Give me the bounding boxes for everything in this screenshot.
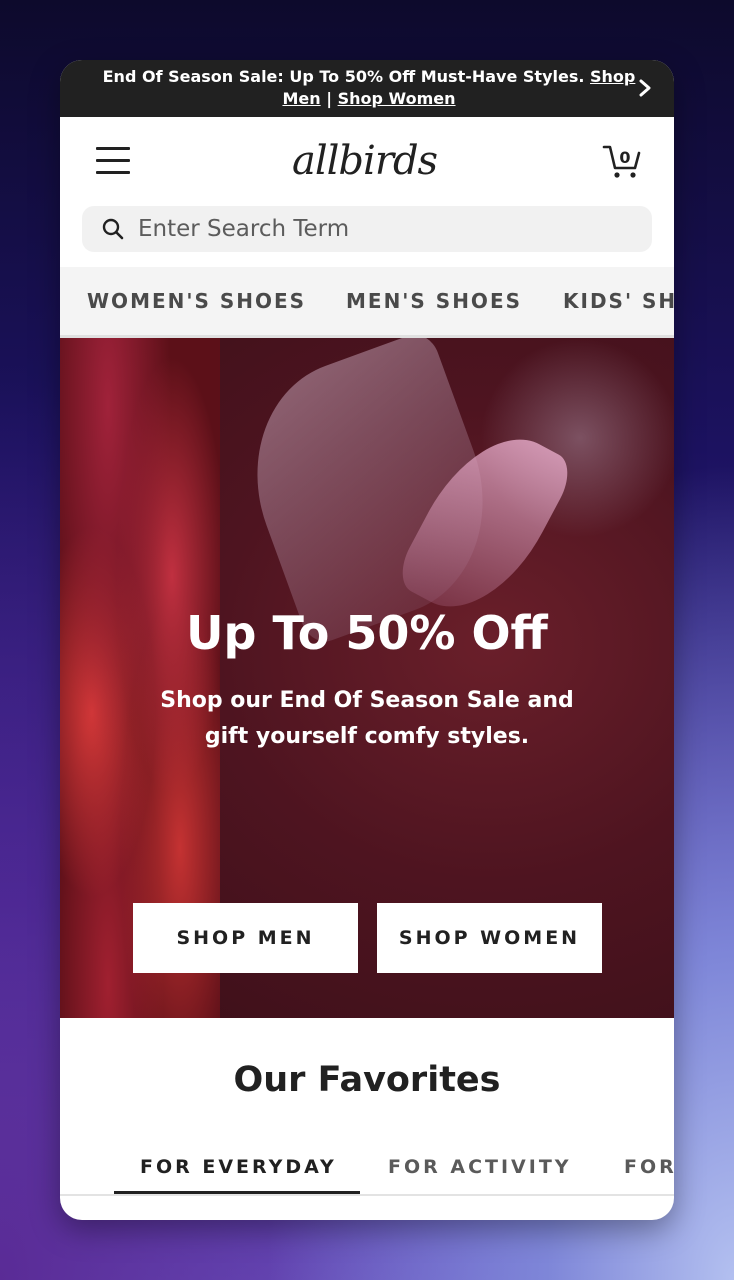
active-tab-indicator [114,1191,360,1194]
tab-for-activity[interactable]: FOR ACTIVITY [388,1156,572,1178]
site-header: allbirds 0 [60,117,674,267]
hero-subtitle: Shop our End Of Season Sale and gift you… [160,688,574,749]
search-bar [82,206,652,252]
nav-womens-shoes[interactable]: WOMEN'S SHOES [87,289,306,313]
chevron-right-icon[interactable] [638,78,652,98]
cart-count: 0 [619,148,630,167]
favorites-tabs: FOR EVERYDAY FOR ACTIVITY FOR [60,1150,674,1196]
menu-icon[interactable] [96,147,130,175]
brand-logo[interactable]: allbirds [292,135,442,187]
tab-for-everyday[interactable]: FOR EVERYDAY [140,1156,337,1178]
promo-text: End Of Season Sale: Up To 50% Off Must-H… [102,67,591,86]
cart-icon: 0 [602,145,641,178]
nav-mens-shoes[interactable]: MEN'S SHOES [346,289,522,313]
category-nav: WOMEN'S SHOES MEN'S SHOES KIDS' SHOES [60,267,674,338]
nav-kids-shoes[interactable]: KIDS' SHOES [563,289,674,313]
promo-banner: End Of Season Sale: Up To 50% Off Must-H… [60,60,674,117]
shop-women-button[interactable]: SHOP WOMEN [377,903,602,973]
mobile-page: End Of Season Sale: Up To 50% Off Must-H… [60,60,674,1220]
hero-title: Up To 50% Off [186,606,548,660]
hero-banner: Up To 50% Off Shop our End Of Season Sal… [60,338,674,1018]
shop-men-button[interactable]: SHOP MEN [133,903,358,973]
favorites-heading: Our Favorites [233,1060,501,1100]
search-input[interactable] [138,206,628,252]
search-icon [102,218,124,240]
cart-button[interactable]: 0 [602,141,642,181]
tab-for-more[interactable]: FOR [624,1156,674,1178]
promo-link-shop-women[interactable]: Shop Women [338,89,456,108]
promo-text-block: End Of Season Sale: Up To 50% Off Must-H… [100,66,638,110]
promo-separator: | [320,89,338,108]
